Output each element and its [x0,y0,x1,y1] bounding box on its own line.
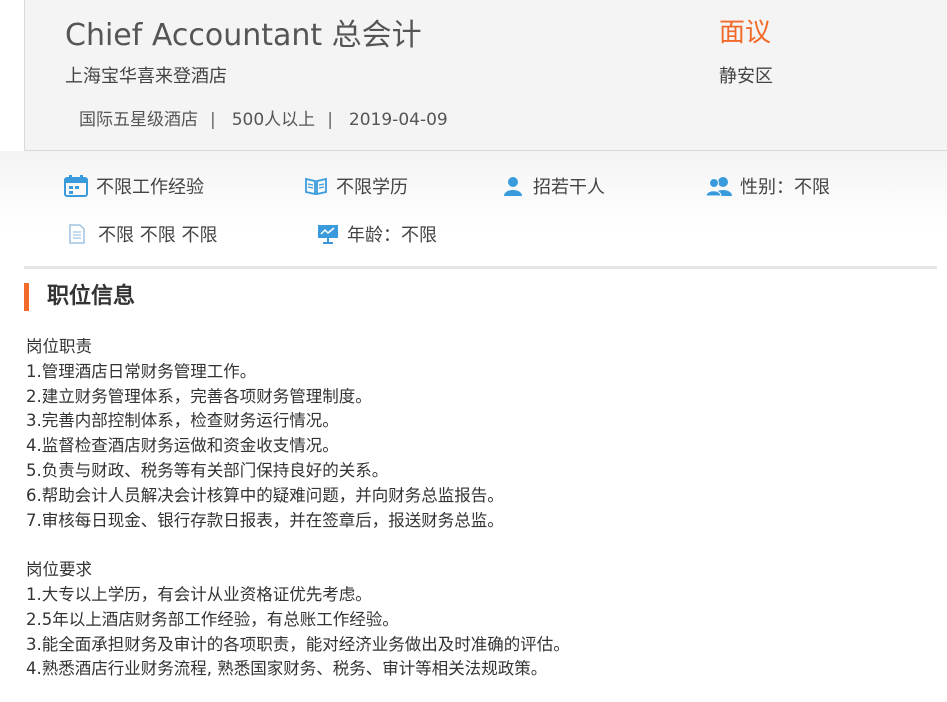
calendar-icon [64,175,88,197]
attr-experience-label: 不限工作经验 [96,177,204,198]
attr-headcount: 招若干人 [503,173,605,199]
meta-separator: | [210,110,216,130]
attr-age: 年龄：不限 [317,221,437,247]
attr-age-label: 年龄：不限 [347,225,437,246]
duty-item: 1.管理酒店日常财务管理工作。 [26,361,257,381]
duties-heading: 岗位职责 [26,337,92,356]
attr-misc: 不限 不限 不限 [68,221,217,247]
attr-gender-label: 性别：不限 [740,177,830,198]
salary: 面议 [719,18,772,48]
job-attributes: 不限工作经验 不限学历 招若干人 性别：不限 不限 不限 不限 年龄：不限 [0,151,947,266]
company-type: 国际五星级酒店 [79,110,198,130]
job-title: Chief Accountant 总会计 [65,18,422,53]
duty-item: 4.监督检查酒店财务运做和资金收支情况。 [26,436,339,456]
duty-item: 2.建立财务管理体系，完善各项财务管理制度。 [26,386,372,406]
attr-headcount-label: 招若干人 [533,177,605,198]
attr-experience: 不限工作经验 [64,173,204,199]
company-meta: 国际五星级酒店 | 500人以上 | 2019-04-09 [79,105,448,130]
requirement-item: 2.5年以上酒店财务部工作经验，有总账工作经验。 [26,609,399,629]
duty-item: 3.完善内部控制体系，检查财务运行情况。 [26,411,339,431]
district: 静安区 [719,66,773,87]
meta-separator: | [327,110,333,130]
company-size: 500人以上 [231,110,316,130]
post-date: 2019-04-09 [348,110,448,130]
section-divider [24,266,937,269]
book-icon [305,177,327,196]
duty-item: 6.帮助会计人员解决会计核算中的疑难问题，并向财务总监报告。 [26,485,504,505]
document-icon [69,224,85,244]
requirements-heading: 岗位要求 [26,560,92,580]
duty-item: 7.审核每日现金、银行存款日报表，并在签章后，报送财务总监。 [26,510,504,530]
requirement-item: 3.能全面承担财务及审计的各项职责，能对经济业务做出及时准确的评估。 [26,634,570,654]
duty-item: 5.负责与财政、税务等有关部门保持良好的关系。 [26,460,389,480]
requirement-item: 4.熟悉酒店行业财务流程, 熟悉国家财务、税务、审计等相关法规政策。 [26,659,548,679]
attr-education-label: 不限学历 [336,177,408,198]
person-icon [504,177,522,196]
users-icon [706,177,732,196]
attr-gender: 性别：不限 [706,173,830,199]
attr-education: 不限学历 [304,173,408,199]
job-header: Chief Accountant 总会计 面议 上海宝华喜来登酒店 静安区 国际… [24,0,947,151]
job-description: 岗位职责 1.管理酒店日常财务管理工作。 2.建立财务管理体系，完善各项财务管理… [26,335,570,682]
requirement-item: 1.大专以上学历，有会计从业资格证优先考虑。 [26,584,372,604]
company-name[interactable]: 上海宝华喜来登酒店 [65,62,227,88]
attr-misc-label: 不限 不限 不限 [98,225,218,246]
presentation-icon [318,225,338,244]
section-title: 职位信息 [24,283,135,311]
